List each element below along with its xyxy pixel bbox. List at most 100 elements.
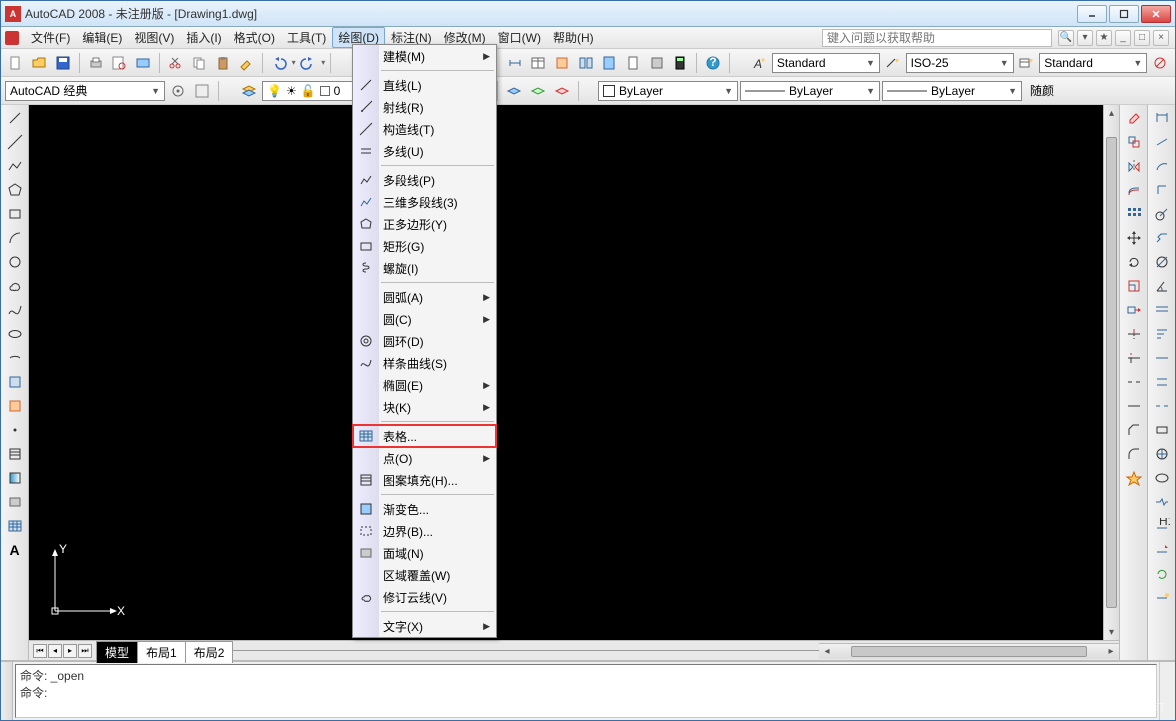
inspect-icon[interactable] <box>1151 467 1173 489</box>
layer-states-icon[interactable] <box>503 80 525 102</box>
scroll-up-icon[interactable]: ▴ <box>1104 105 1119 121</box>
draw-menu-item[interactable]: 边界(B)... <box>353 520 496 542</box>
dim-quick-icon[interactable] <box>1151 299 1173 321</box>
layer-manager-icon[interactable] <box>238 80 260 102</box>
draw-menu-item[interactable]: 建模(M)▶ <box>353 45 496 67</box>
fillet-tool-icon[interactable] <box>1123 443 1145 465</box>
menu-tools[interactable]: 工具(T) <box>281 27 332 48</box>
mdi-min-icon[interactable]: _ <box>1115 30 1131 46</box>
text-style-dropdown[interactable]: Standard▼ <box>772 53 880 73</box>
dim-diameter-icon[interactable] <box>1151 251 1173 273</box>
maximize-button[interactable] <box>1109 5 1139 23</box>
dim-baseline-icon[interactable] <box>1151 323 1173 345</box>
menu-window[interactable]: 窗口(W) <box>492 27 547 48</box>
draw-menu-item[interactable]: 直线(L) <box>353 74 496 96</box>
help-icon[interactable]: ? <box>702 52 724 74</box>
offset-tool-icon[interactable] <box>1123 179 1145 201</box>
arc-tool-icon[interactable] <box>4 227 26 249</box>
save-icon[interactable] <box>52 52 74 74</box>
stretch-tool-icon[interactable] <box>1123 299 1145 321</box>
draw-menu-item[interactable]: 区域覆盖(W) <box>353 564 496 586</box>
layer-prev-icon[interactable] <box>527 80 549 102</box>
sheet-icon[interactable] <box>622 52 644 74</box>
circle-tool-icon[interactable] <box>4 251 26 273</box>
extend-tool-icon[interactable] <box>1123 347 1145 369</box>
draw-menu-item[interactable]: 构造线(T) <box>353 118 496 140</box>
dimstyle-icon[interactable] <box>1151 587 1173 609</box>
draw-menu-item[interactable]: 椭圆(E)▶ <box>353 374 496 396</box>
region-tool-icon[interactable] <box>4 491 26 513</box>
hscroll-thumb[interactable] <box>851 646 1087 657</box>
tab-prev-icon[interactable]: ◂ <box>48 644 62 658</box>
copy-icon[interactable] <box>188 52 210 74</box>
dim-style-icon[interactable] <box>882 52 904 74</box>
draw-menu-item[interactable]: 矩形(G) <box>353 235 496 257</box>
color-dropdown[interactable]: ByLayer▼ <box>598 81 738 101</box>
dim-ordinate-icon[interactable] <box>1151 179 1173 201</box>
dim-arc-icon[interactable] <box>1151 155 1173 177</box>
preview-icon[interactable] <box>108 52 130 74</box>
drawing-canvas[interactable]: Y X <box>29 105 1103 640</box>
draw-menu-item[interactable]: 圆环(D) <box>353 330 496 352</box>
copy-tool-icon[interactable] <box>1123 131 1145 153</box>
dim-linear-icon[interactable] <box>1151 107 1173 129</box>
revcloud-tool-icon[interactable] <box>4 275 26 297</box>
vscrollbar[interactable]: ▴ ▾ <box>1103 105 1119 640</box>
command-grip[interactable] <box>1 662 13 720</box>
draw-menu-item[interactable]: 修订云线(V) <box>353 586 496 608</box>
draw-menu-item[interactable]: 点(O)▶ <box>353 447 496 469</box>
draw-menu-item[interactable]: 圆弧(A)▶ <box>353 286 496 308</box>
draw-menu-item[interactable]: 三维多段线(3) <box>353 191 496 213</box>
open-icon[interactable] <box>29 52 51 74</box>
dim-aligned-icon[interactable] <box>1151 131 1173 153</box>
ellipse-arc-tool-icon[interactable] <box>4 347 26 369</box>
scroll-left-icon[interactable]: ◂ <box>819 644 835 659</box>
redo-icon[interactable] <box>298 52 320 74</box>
table-style-dropdown[interactable]: Standard▼ <box>1039 53 1147 73</box>
draw-menu-item[interactable]: 图案填充(H)... <box>353 469 496 491</box>
scroll-down-icon[interactable]: ▾ <box>1104 624 1119 640</box>
join-tool-icon[interactable] <box>1123 395 1145 417</box>
ellipse-tool-icon[interactable] <box>4 323 26 345</box>
close-button[interactable] <box>1141 5 1171 23</box>
dim-radius-icon[interactable] <box>1151 203 1173 225</box>
mtext-tool-icon[interactable]: A <box>4 539 26 561</box>
draw-menu-item[interactable]: 文字(X)▶ <box>353 615 496 637</box>
hscrollbar[interactable]: ◂ ▸ <box>819 643 1119 659</box>
draw-menu-item[interactable]: 多线(U) <box>353 140 496 162</box>
insert-block-tool-icon[interactable] <box>4 371 26 393</box>
draw-menu-item[interactable]: 块(K)▶ <box>353 396 496 418</box>
draw-menu-item[interactable]: 多段线(P) <box>353 169 496 191</box>
draw-menu-item[interactable]: 面域(N) <box>353 542 496 564</box>
chamfer-tool-icon[interactable] <box>1123 419 1145 441</box>
tool-palettes-icon[interactable] <box>599 52 621 74</box>
help-search-input[interactable] <box>822 29 1052 47</box>
xline-tool-icon[interactable] <box>4 131 26 153</box>
ws-lock-icon[interactable] <box>191 80 213 102</box>
command-scrollbar[interactable] <box>1159 662 1175 720</box>
array-tool-icon[interactable] <box>1123 203 1145 225</box>
print-icon[interactable] <box>85 52 107 74</box>
menu-help[interactable]: 帮助(H) <box>547 27 600 48</box>
dim-jog-icon[interactable] <box>1151 227 1173 249</box>
draw-menu-item[interactable]: 圆(C)▶ <box>353 308 496 330</box>
dcenter-icon[interactable] <box>575 52 597 74</box>
point-tool-icon[interactable] <box>4 419 26 441</box>
workspace-settings-icon[interactable] <box>167 80 189 102</box>
undo-icon[interactable] <box>268 52 290 74</box>
dim-icon[interactable] <box>504 52 526 74</box>
make-block-tool-icon[interactable] <box>4 395 26 417</box>
trim-tool-icon[interactable] <box>1123 323 1145 345</box>
rotate-tool-icon[interactable] <box>1123 251 1145 273</box>
draw-menu-item[interactable]: 螺旋(I) <box>353 257 496 279</box>
comm-icon[interactable]: ▾ <box>1077 30 1093 46</box>
menu-file[interactable]: 文件(F) <box>25 27 76 48</box>
draw-menu-item[interactable]: 射线(R) <box>353 96 496 118</box>
tab-layout2[interactable]: 布局2 <box>185 641 234 663</box>
markup-icon[interactable] <box>646 52 668 74</box>
mdi-close-icon[interactable]: × <box>1153 30 1169 46</box>
dim-jogline-icon[interactable] <box>1151 491 1173 513</box>
line-tool-icon[interactable] <box>4 107 26 129</box>
tab-layout1[interactable]: 布局1 <box>137 641 186 663</box>
move-tool-icon[interactable] <box>1123 227 1145 249</box>
